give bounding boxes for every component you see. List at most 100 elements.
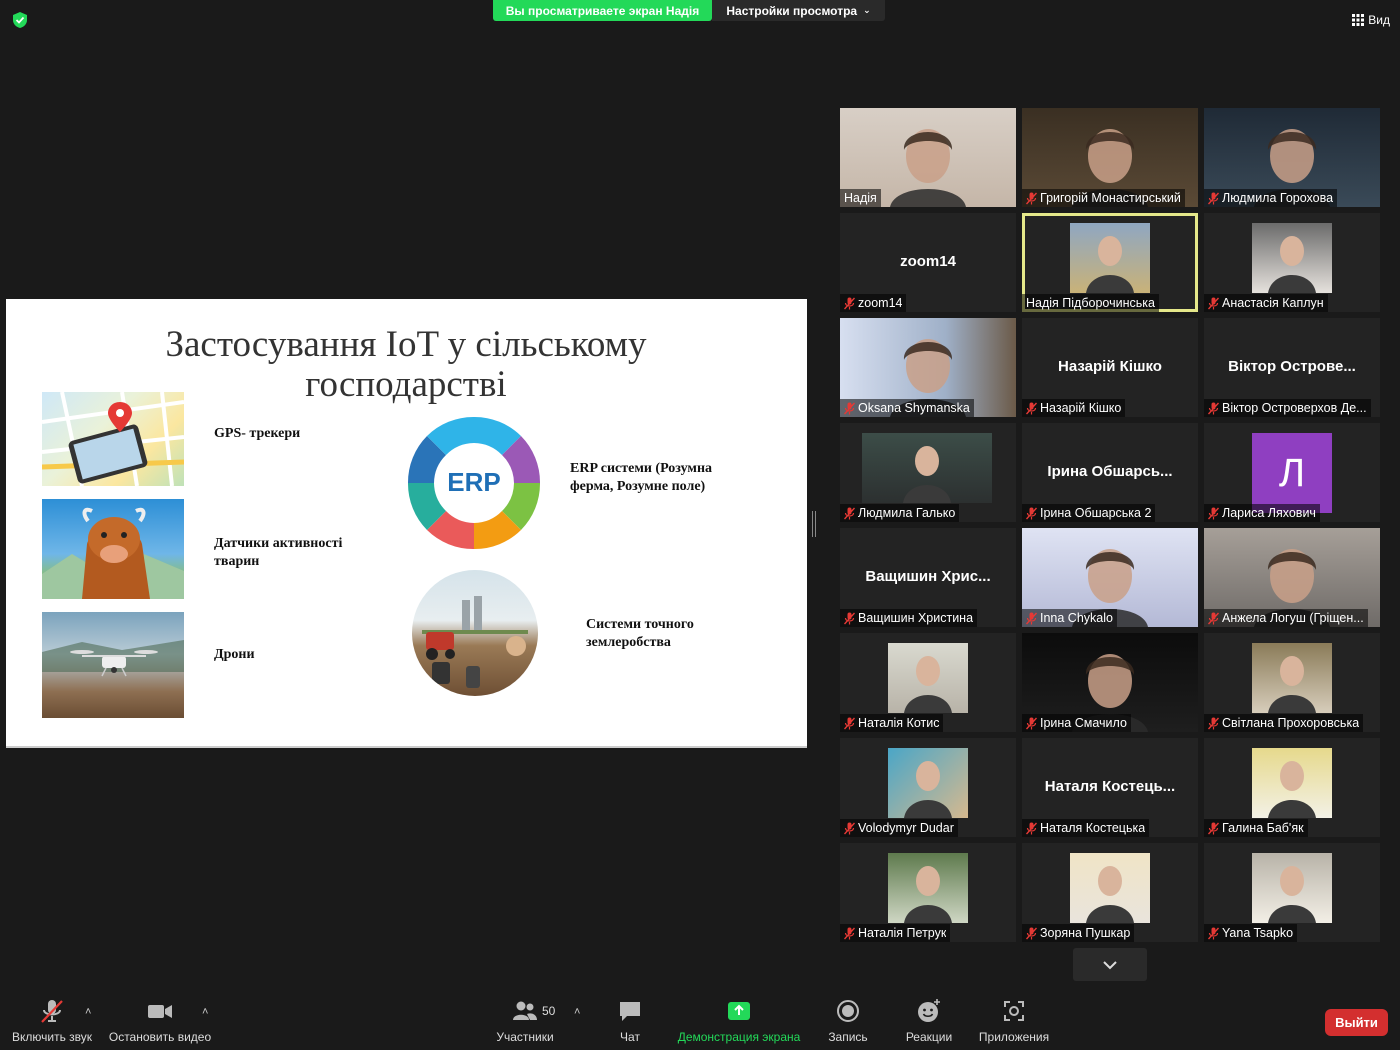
- shared-screen-slide[interactable]: Застосування IoT у сільському господарст…: [6, 299, 807, 748]
- participant-name: Людмила Галько: [858, 506, 956, 520]
- chat-bubble-icon: [620, 1002, 640, 1021]
- participant-tile[interactable]: Inna Chykalo: [1022, 528, 1198, 627]
- security-shield-icon[interactable]: [10, 10, 30, 30]
- microphone-muted-icon: [1026, 612, 1037, 624]
- participant-tile[interactable]: Наталія Петрук: [840, 843, 1016, 942]
- participant-name: Людмила Горохова: [1222, 191, 1334, 205]
- animal-sensors-label: Датчики активності тварин: [214, 536, 343, 569]
- participant-name: Yana Tsapko: [1222, 926, 1294, 940]
- chevron-down-icon: [1103, 960, 1117, 969]
- audio-options-caret[interactable]: ˄: [85, 1006, 91, 1018]
- participant-tile[interactable]: Наталія Котис: [840, 633, 1016, 732]
- participant-tile[interactable]: Назарій Кішко Назарій Кішко: [1022, 318, 1198, 417]
- participants-icon: [513, 1001, 537, 1020]
- participant-name: Григорій Монастирський: [1040, 191, 1181, 205]
- participant-tile[interactable]: Світлана Прохоровська: [1204, 633, 1380, 732]
- participant-tile[interactable]: Надія Підборочинська: [1022, 213, 1198, 312]
- participant-tile[interactable]: Надія: [840, 108, 1016, 207]
- participant-name-label: Людмила Галько: [840, 504, 960, 522]
- stop-video-button[interactable]: Остановить видео: [108, 998, 212, 1044]
- participant-name-label: Лариса Ляхович: [1204, 504, 1320, 522]
- participant-tile[interactable]: Віктор Острове... Віктор Островерхов Де..…: [1204, 318, 1380, 417]
- participant-display-name: Ірина Обшарсь...: [1047, 463, 1173, 480]
- view-layout-label: Вид: [1368, 13, 1390, 27]
- participant-tile[interactable]: Анастасія Каплун: [1204, 213, 1380, 312]
- participant-tile[interactable]: Наталя Костець... Наталя Костецька: [1022, 738, 1198, 837]
- apps-button[interactable]: Приложения: [976, 998, 1052, 1044]
- microphone-muted-icon: [41, 1000, 63, 1023]
- participant-name: Надія: [844, 191, 877, 205]
- participant-photo: [888, 748, 968, 818]
- microphone-muted-icon: [1208, 822, 1219, 834]
- leave-meeting-button[interactable]: Выйти: [1325, 1009, 1388, 1036]
- microphone-muted-icon: [844, 927, 855, 939]
- smiley-icon: [918, 999, 940, 1022]
- participant-tile[interactable]: Галина Баб'як: [1204, 738, 1380, 837]
- microphone-muted-icon: [1026, 192, 1037, 204]
- microphone-muted-icon: [1208, 192, 1219, 204]
- view-options-dropdown[interactable]: Настройки просмотра ⌄: [712, 0, 885, 21]
- record-label: Запись: [828, 1030, 868, 1044]
- participant-tile[interactable]: Yana Tsapko: [1204, 843, 1380, 942]
- sharing-banner: Вы просматриваете экран Надія: [493, 0, 712, 21]
- microphone-muted-icon: [844, 507, 855, 519]
- microphone-muted-icon: [844, 612, 855, 624]
- record-button[interactable]: Запись: [826, 998, 870, 1044]
- reactions-button[interactable]: Реакции: [904, 998, 954, 1044]
- participant-tile[interactable]: Людмила Горохова: [1204, 108, 1380, 207]
- participant-tile[interactable]: Анжела Логуш (Гріщен...: [1204, 528, 1380, 627]
- participant-name-label: Oksana Shymanska: [840, 399, 974, 417]
- avatar-letter: Л: [1252, 433, 1332, 513]
- participant-name: Ващишин Христина: [858, 611, 974, 625]
- participant-name-label: Yana Tsapko: [1204, 924, 1298, 942]
- drones-label: Дрони: [214, 647, 255, 662]
- participant-tile[interactable]: Людмила Галько: [840, 423, 1016, 522]
- drone-image: [42, 612, 184, 718]
- participant-tile[interactable]: Ірина Обшарсь... Ірина Обшарська 2: [1022, 423, 1198, 522]
- participant-display-name: zoom14: [900, 253, 956, 270]
- participant-tile[interactable]: zoom14 zoom14: [840, 213, 1016, 312]
- view-layout-button[interactable]: Вид: [1352, 10, 1390, 30]
- participant-tile[interactable]: Зоряна Пушкар: [1022, 843, 1198, 942]
- chat-button[interactable]: Чат: [612, 998, 648, 1044]
- participant-name-label: Наталя Костецька: [1022, 819, 1150, 837]
- participant-name-label: zoom14: [840, 294, 907, 312]
- participant-photo: [862, 433, 992, 503]
- participant-tile[interactable]: Григорій Монастирський: [1022, 108, 1198, 207]
- participant-name-label: Світлана Прохоровська: [1204, 714, 1364, 732]
- microphone-muted-icon: [844, 717, 855, 729]
- participant-display-name: Віктор Острове...: [1228, 358, 1356, 375]
- participant-name: Віктор Островерхов Де...: [1222, 401, 1367, 415]
- participant-name-label: Ірина Смачило: [1022, 714, 1131, 732]
- participants-count: 50: [542, 1004, 556, 1018]
- participant-name-label: Ірина Обшарська 2: [1022, 504, 1156, 522]
- participant-name-label: Назарій Кішко: [1022, 399, 1126, 417]
- record-icon: [837, 1000, 859, 1022]
- participant-tile[interactable]: Ващишин Хрис... Ващишин Христина: [840, 528, 1016, 627]
- participant-name: Volodymyr Dudar: [858, 821, 954, 835]
- panel-resize-handle[interactable]: [812, 511, 816, 537]
- microphone-muted-icon: [1208, 927, 1219, 939]
- video-camera-icon: [148, 1005, 172, 1018]
- share-screen-button[interactable]: Демонстрация экрана: [676, 998, 802, 1044]
- gallery-next-page-button[interactable]: [1073, 948, 1147, 981]
- participant-tile[interactable]: Volodymyr Dudar: [840, 738, 1016, 837]
- participant-name: Назарій Кішко: [1040, 401, 1122, 415]
- unmute-button[interactable]: Включить звук: [10, 998, 94, 1044]
- microphone-muted-icon: [1208, 297, 1219, 309]
- stop-video-label: Остановить видео: [108, 1030, 212, 1044]
- participant-name-label: Inna Chykalo: [1022, 609, 1117, 627]
- participant-tile[interactable]: Ірина Смачило: [1022, 633, 1198, 732]
- participant-tile[interactable]: Л Лариса Ляхович: [1204, 423, 1380, 522]
- share-screen-icon: [728, 1002, 750, 1020]
- video-options-caret[interactable]: ˄: [202, 1006, 208, 1018]
- participants-options-caret[interactable]: ˄: [574, 1006, 580, 1018]
- participant-photo: [888, 643, 968, 713]
- participant-name-label: Ващишин Христина: [840, 609, 978, 627]
- participant-name-label: Анжела Логуш (Гріщен...: [1204, 609, 1368, 627]
- chat-label: Чат: [620, 1030, 640, 1044]
- participant-tile[interactable]: Oksana Shymanska: [840, 318, 1016, 417]
- precision-farming-label: Системи точного землеробства: [586, 617, 694, 650]
- participant-name: Надія Підборочинська: [1026, 296, 1155, 310]
- participant-display-name: Назарій Кішко: [1058, 358, 1162, 375]
